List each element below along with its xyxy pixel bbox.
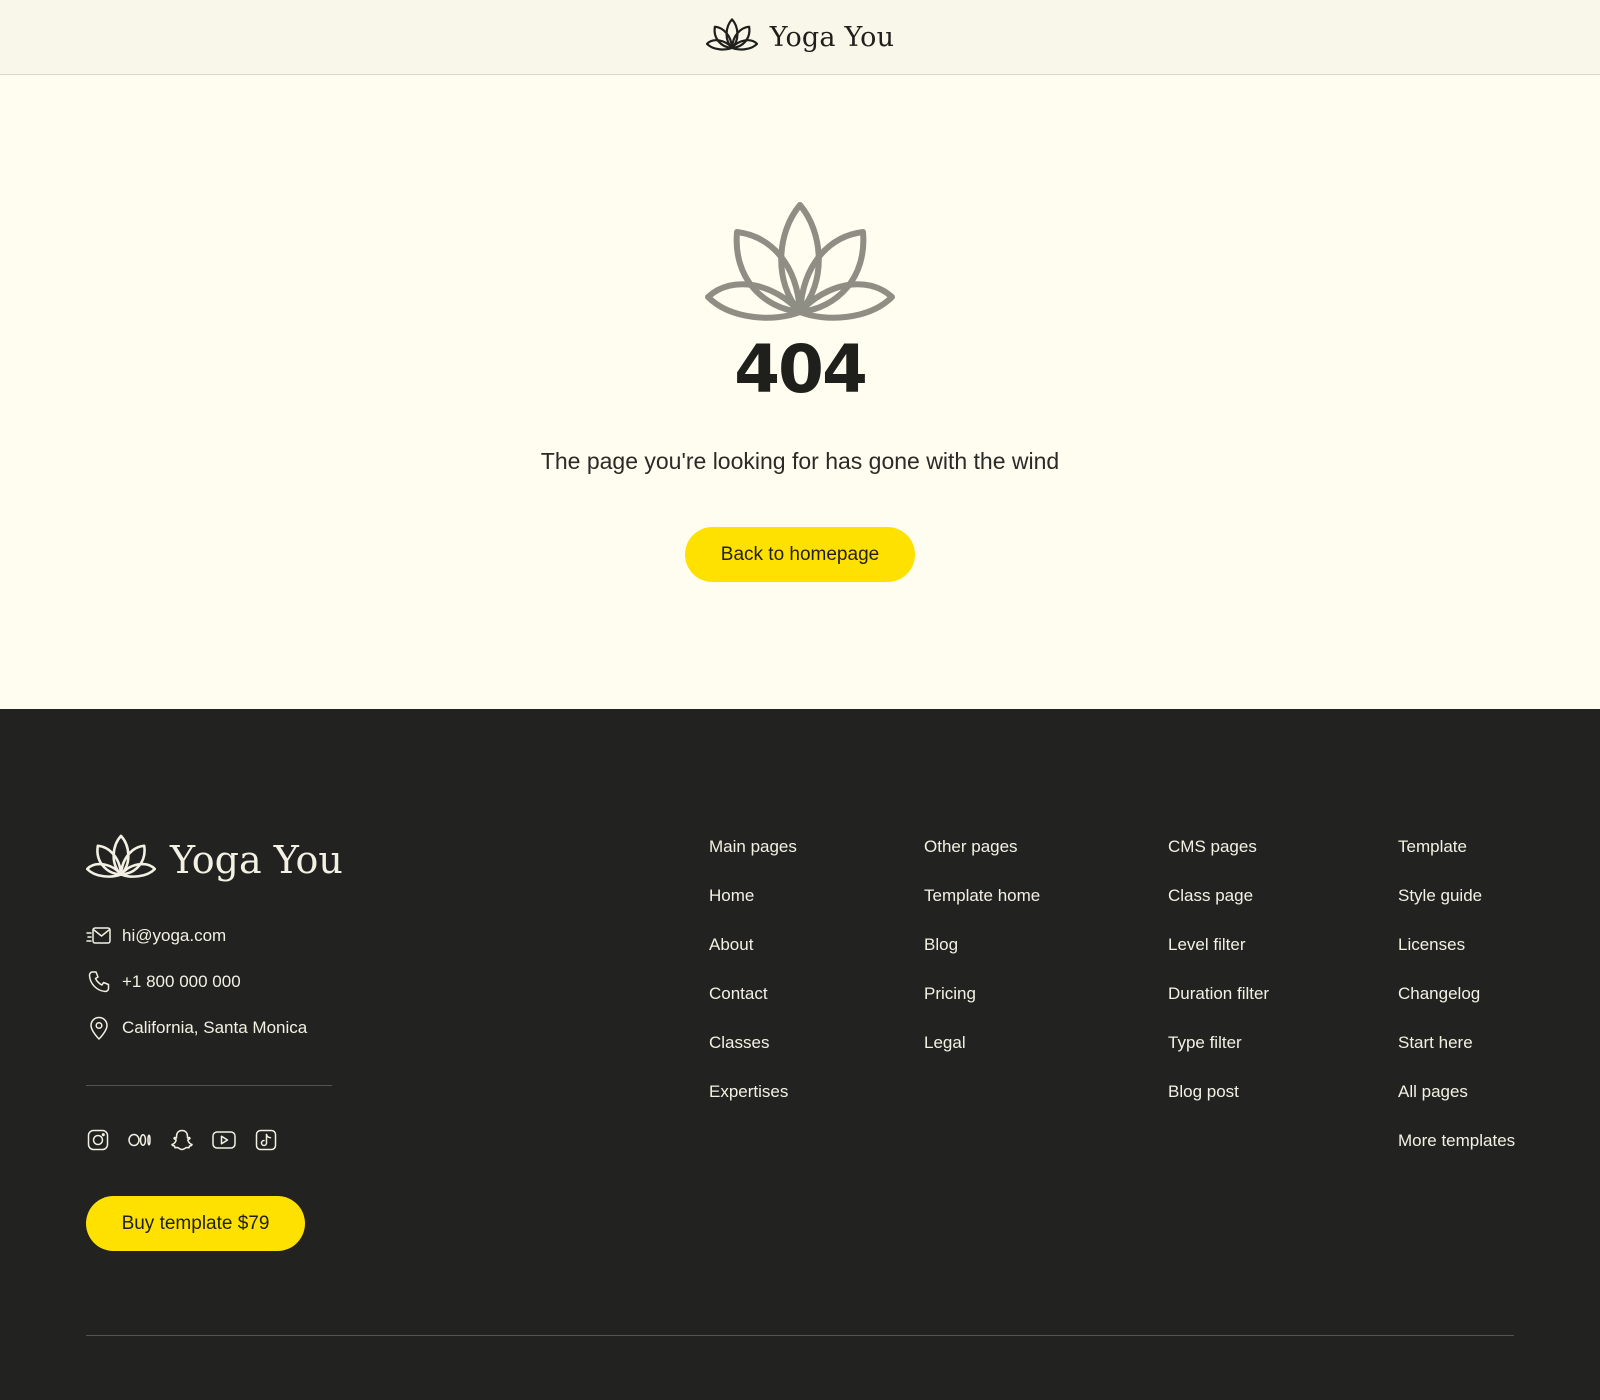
contact-email: hi@yoga.com bbox=[122, 926, 227, 945]
footer-brand-name: Yoga You bbox=[170, 837, 343, 882]
contact-address: California, Santa Monica bbox=[122, 1018, 308, 1037]
footer-bottom-divider bbox=[86, 1335, 1514, 1336]
footer-link-expertises[interactable]: Expertises bbox=[709, 1082, 797, 1131]
footer-divider bbox=[86, 1085, 332, 1086]
footer-link-all-pages[interactable]: All pages bbox=[1398, 1082, 1515, 1131]
footer-link-classes[interactable]: Classes bbox=[709, 1033, 797, 1082]
column-heading: Main pages bbox=[709, 837, 797, 856]
header-brand-name: Yoga You bbox=[769, 21, 895, 53]
lotus-logo-icon bbox=[85, 834, 157, 885]
footer-column-template: Template Style guide Licenses Changelog … bbox=[1398, 837, 1515, 1180]
footer-link-about[interactable]: About bbox=[709, 935, 797, 984]
footer-link-home[interactable]: Home bbox=[709, 886, 797, 935]
footer-link-template-home[interactable]: Template home bbox=[924, 886, 1040, 935]
contact-phone: +1 800 000 000 bbox=[122, 972, 241, 991]
footer-link-blog-post[interactable]: Blog post bbox=[1168, 1082, 1269, 1131]
tiktok-icon[interactable] bbox=[254, 1128, 278, 1152]
error-message: The page you're looking for has gone wit… bbox=[540, 448, 1060, 474]
lotus-logo-icon bbox=[705, 17, 758, 57]
footer-link-more-templates[interactable]: More templates bbox=[1398, 1131, 1515, 1180]
mail-icon bbox=[86, 923, 112, 949]
site-footer: Yoga You hi@yoga.com +1 800 000 000 Cali… bbox=[0, 709, 1600, 1400]
footer-link-start-here[interactable]: Start here bbox=[1398, 1033, 1515, 1082]
footer-column-main-pages: Main pages Home About Contact Classes Ex… bbox=[709, 837, 797, 1131]
footer-link-class-page[interactable]: Class page bbox=[1168, 886, 1269, 935]
lotus-illustration-icon bbox=[705, 200, 895, 325]
contact-email-link[interactable]: hi@yoga.com bbox=[86, 923, 226, 949]
footer-link-duration-filter[interactable]: Duration filter bbox=[1168, 984, 1269, 1033]
site-header: Yoga You bbox=[0, 0, 1600, 75]
youtube-icon[interactable] bbox=[212, 1128, 236, 1152]
footer-column-cms-pages: CMS pages Class page Level filter Durati… bbox=[1168, 837, 1269, 1131]
footer-link-contact[interactable]: Contact bbox=[709, 984, 797, 1033]
contact-address-link[interactable]: California, Santa Monica bbox=[86, 1015, 307, 1041]
column-heading: Template bbox=[1398, 837, 1467, 856]
footer-link-pricing[interactable]: Pricing bbox=[924, 984, 1040, 1033]
buy-template-button[interactable]: Buy template $79 bbox=[86, 1196, 305, 1251]
footer-link-legal[interactable]: Legal bbox=[924, 1033, 1040, 1082]
footer-link-style-guide[interactable]: Style guide bbox=[1398, 886, 1515, 935]
footer-link-changelog[interactable]: Changelog bbox=[1398, 984, 1515, 1033]
error-code: 404 bbox=[734, 331, 868, 408]
footer-column-other-pages: Other pages Template home Blog Pricing L… bbox=[924, 837, 1040, 1082]
footer-logo-link[interactable]: Yoga You bbox=[85, 834, 343, 885]
column-heading: Other pages bbox=[924, 837, 1018, 856]
phone-icon bbox=[86, 969, 112, 995]
social-links bbox=[86, 1128, 278, 1152]
instagram-icon[interactable] bbox=[86, 1128, 110, 1152]
footer-link-level-filter[interactable]: Level filter bbox=[1168, 935, 1269, 984]
column-heading: CMS pages bbox=[1168, 837, 1257, 856]
medium-icon[interactable] bbox=[128, 1128, 152, 1152]
footer-link-blog[interactable]: Blog bbox=[924, 935, 1040, 984]
not-found-section: 404 The page you're looking for has gone… bbox=[0, 75, 1600, 709]
footer-link-licenses[interactable]: Licenses bbox=[1398, 935, 1515, 984]
header-logo-link[interactable]: Yoga You bbox=[705, 17, 895, 57]
back-to-homepage-button[interactable]: Back to homepage bbox=[685, 527, 915, 582]
snapchat-icon[interactable] bbox=[170, 1128, 194, 1152]
footer-link-type-filter[interactable]: Type filter bbox=[1168, 1033, 1269, 1082]
contact-phone-link[interactable]: +1 800 000 000 bbox=[86, 969, 241, 995]
location-pin-icon bbox=[86, 1015, 112, 1041]
